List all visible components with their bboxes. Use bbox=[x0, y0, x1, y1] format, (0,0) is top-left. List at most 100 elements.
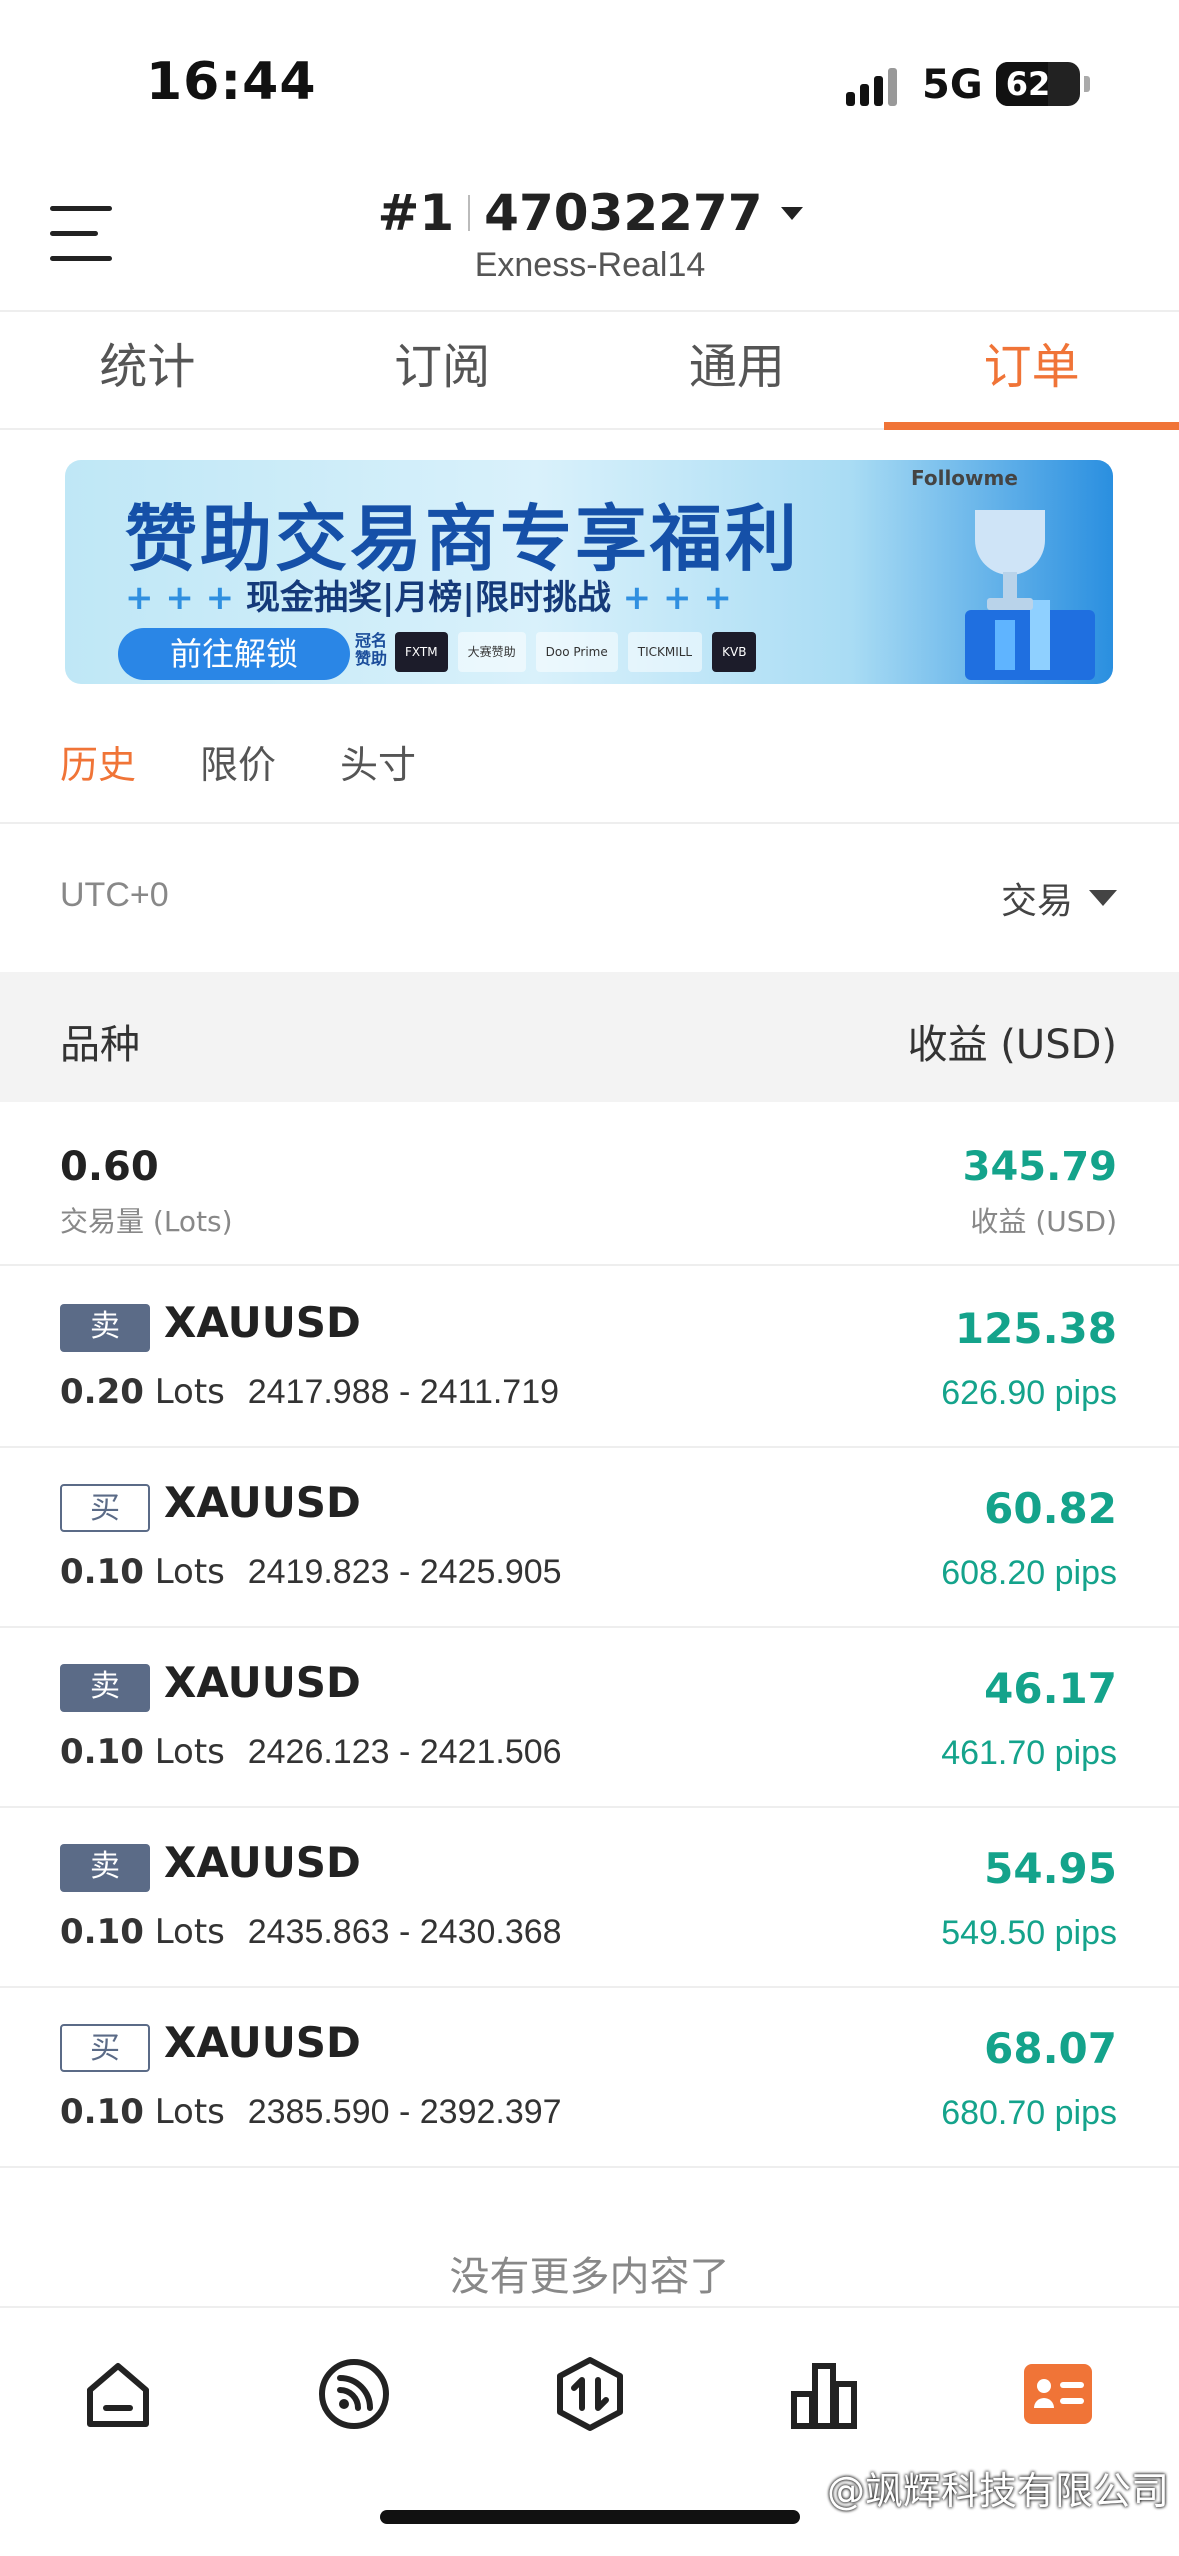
home-icon[interactable] bbox=[78, 2354, 158, 2434]
banner-subtitle-text: 现金抽奖|月榜|限时挑战 bbox=[245, 578, 611, 618]
trade-profit: 54.95 bbox=[984, 1844, 1117, 1893]
side-badge: 买 bbox=[60, 1484, 150, 1532]
battery-level: 62 bbox=[1005, 65, 1051, 103]
trade-type-filter-label: 交易 bbox=[1000, 881, 1073, 922]
trade-pips: 626.90 pips bbox=[941, 1374, 1117, 1412]
status-bar: 16:44 5G 62 bbox=[0, 0, 1179, 170]
trade-lots: 0.20 bbox=[60, 1372, 144, 1412]
order-subtabs: 历史 限价 头寸 bbox=[60, 734, 416, 789]
home-indicator[interactable] bbox=[380, 2510, 800, 2524]
end-of-list-text: 没有更多内容了 bbox=[449, 2254, 730, 2300]
summary-row: 0.60 交易量 (Lots) 345.79 收益 (USD) bbox=[0, 1104, 1179, 1266]
trade-row[interactable]: 卖 XAUUSD 0.10 Lots 2435.863 - 2430.368 5… bbox=[0, 1808, 1179, 1988]
trade-lots-line: 0.20 Lots 2417.988 - 2411.719 bbox=[60, 1372, 559, 1412]
trade-row[interactable]: 卖 XAUUSD 0.20 Lots 2417.988 - 2411.719 1… bbox=[0, 1268, 1179, 1448]
server-name: Exness-Real14 bbox=[474, 246, 706, 284]
trade-lots: 0.10 bbox=[60, 2092, 144, 2132]
trade-lots-unit: Lots bbox=[154, 1552, 225, 1592]
trade-icon[interactable] bbox=[550, 2354, 630, 2434]
timezone-label[interactable]: UTC+0 bbox=[60, 876, 169, 915]
total-lots-label: 交易量 (Lots) bbox=[60, 1205, 233, 1238]
trade-row[interactable]: 买 XAUUSD 0.10 Lots 2419.823 - 2425.905 6… bbox=[0, 1448, 1179, 1628]
trade-profit: 60.82 bbox=[984, 1484, 1117, 1533]
trade-row[interactable]: 卖 XAUUSD 0.10 Lots 2426.123 - 2421.506 4… bbox=[0, 1628, 1179, 1808]
watermark: @飒辉科技有限公司 bbox=[826, 2469, 1169, 2513]
table-header: 品种 收益 (USD) bbox=[0, 972, 1179, 1102]
account-number: #1 bbox=[377, 184, 455, 242]
status-time: 16:44 bbox=[146, 52, 317, 112]
battery-icon: 62 bbox=[996, 62, 1090, 106]
trade-lots-unit: Lots bbox=[154, 1372, 225, 1412]
account-id: 47032277 bbox=[484, 184, 763, 242]
side-badge: 卖 bbox=[60, 1844, 150, 1892]
tab-general[interactable]: 通用 bbox=[590, 312, 885, 428]
trade-list: 卖 XAUUSD 0.20 Lots 2417.988 - 2411.719 1… bbox=[0, 1268, 1179, 2168]
total-lots: 0.60 bbox=[60, 1144, 159, 1190]
trade-lots-line: 0.10 Lots 2435.863 - 2430.368 bbox=[60, 1912, 562, 1952]
account-selector[interactable]: #1 47032277 Exness-Real14 bbox=[300, 184, 880, 285]
trade-lots-unit: Lots bbox=[154, 1732, 225, 1772]
trade-profit: 125.38 bbox=[954, 1304, 1117, 1353]
trade-lots-line: 0.10 Lots 2385.590 - 2392.397 bbox=[60, 2092, 562, 2132]
caret-down-icon bbox=[780, 206, 803, 220]
column-symbol: 品种 bbox=[60, 1022, 140, 1068]
divider bbox=[0, 822, 1179, 824]
trade-lots-unit: Lots bbox=[154, 2092, 225, 2132]
subtab-limit[interactable]: 限价 bbox=[200, 734, 276, 789]
trophy-icon bbox=[965, 510, 1095, 680]
trade-lots-unit: Lots bbox=[154, 1912, 225, 1952]
trade-lots-line: 0.10 Lots 2426.123 - 2421.506 bbox=[60, 1732, 562, 1772]
trade-symbol: XAUUSD bbox=[164, 1658, 361, 1707]
menu-button[interactable] bbox=[50, 206, 112, 262]
trade-row[interactable]: 买 XAUUSD 0.10 Lots 2385.590 - 2392.397 6… bbox=[0, 1988, 1179, 2168]
subtab-history[interactable]: 历史 bbox=[60, 734, 136, 789]
trade-symbol: XAUUSD bbox=[164, 1838, 361, 1887]
feed-icon[interactable] bbox=[314, 2354, 394, 2434]
sponsor-logo: KVB bbox=[712, 632, 757, 672]
trade-type-filter[interactable]: 交易 bbox=[1001, 872, 1117, 924]
side-badge: 卖 bbox=[60, 1664, 150, 1712]
chart-icon[interactable] bbox=[784, 2354, 864, 2434]
main-tabs: 统计 订阅 通用 订单 bbox=[0, 312, 1179, 430]
trade-profit: 68.07 bbox=[984, 2024, 1117, 2073]
trade-lots: 0.10 bbox=[60, 1912, 144, 1952]
trade-pips: 680.70 pips bbox=[941, 2094, 1117, 2132]
banner-subtitle: + + + 现金抽奖|月榜|限时挑战 + + + bbox=[125, 578, 732, 618]
profile-card-icon[interactable] bbox=[1018, 2354, 1098, 2434]
side-badge: 买 bbox=[60, 2024, 150, 2072]
tab-orders[interactable]: 订单 bbox=[884, 312, 1179, 430]
account-separator bbox=[468, 195, 471, 231]
sponsor-logo: Doo Prime bbox=[535, 632, 618, 672]
trade-price-range: 2417.988 - 2411.719 bbox=[247, 1373, 560, 1411]
trade-profit: 46.17 bbox=[984, 1664, 1117, 1713]
tab-statistics[interactable]: 统计 bbox=[0, 312, 295, 428]
trade-pips: 549.50 pips bbox=[941, 1914, 1117, 1952]
sponsor-logos: FXTM 大赛赞助 Doo Prime TICKMILL KVB bbox=[395, 632, 757, 672]
banner-cta-button[interactable]: 前往解锁 bbox=[118, 628, 350, 680]
caret-down-icon bbox=[1089, 890, 1117, 906]
trade-lots: 0.10 bbox=[60, 1732, 144, 1772]
sponsor-logo: TICKMILL bbox=[627, 632, 703, 672]
trade-lots: 0.10 bbox=[60, 1552, 144, 1592]
total-profit: 345.79 bbox=[962, 1144, 1117, 1190]
trade-price-range: 2426.123 - 2421.506 bbox=[247, 1733, 562, 1771]
banner-brand: Followme bbox=[911, 466, 1018, 490]
column-profit: 收益 (USD) bbox=[907, 1022, 1117, 1068]
sponsor-logo: FXTM bbox=[395, 632, 448, 672]
trade-price-range: 2435.863 - 2430.368 bbox=[247, 1913, 562, 1951]
trade-pips: 608.20 pips bbox=[941, 1554, 1117, 1592]
network-type: 5G bbox=[922, 62, 983, 108]
sponsor-logo: 大赛赞助 bbox=[457, 632, 526, 672]
total-profit-label: 收益 (USD) bbox=[970, 1205, 1117, 1238]
banner-sponsor-label: 冠名赞助 bbox=[355, 631, 388, 668]
trade-lots-line: 0.10 Lots 2419.823 - 2425.905 bbox=[60, 1552, 562, 1592]
trade-symbol: XAUUSD bbox=[164, 1478, 361, 1527]
subtab-positions[interactable]: 头寸 bbox=[340, 734, 416, 789]
trade-pips: 461.70 pips bbox=[941, 1734, 1117, 1772]
trade-symbol: XAUUSD bbox=[164, 2018, 361, 2067]
trade-symbol: XAUUSD bbox=[164, 1298, 361, 1347]
side-badge: 卖 bbox=[60, 1304, 150, 1352]
tab-subscription[interactable]: 订阅 bbox=[295, 312, 590, 428]
promo-banner[interactable]: Followme 赞助交易商专享福利 + + + 现金抽奖|月榜|限时挑战 + … bbox=[65, 460, 1113, 684]
signal-icon bbox=[846, 68, 897, 106]
